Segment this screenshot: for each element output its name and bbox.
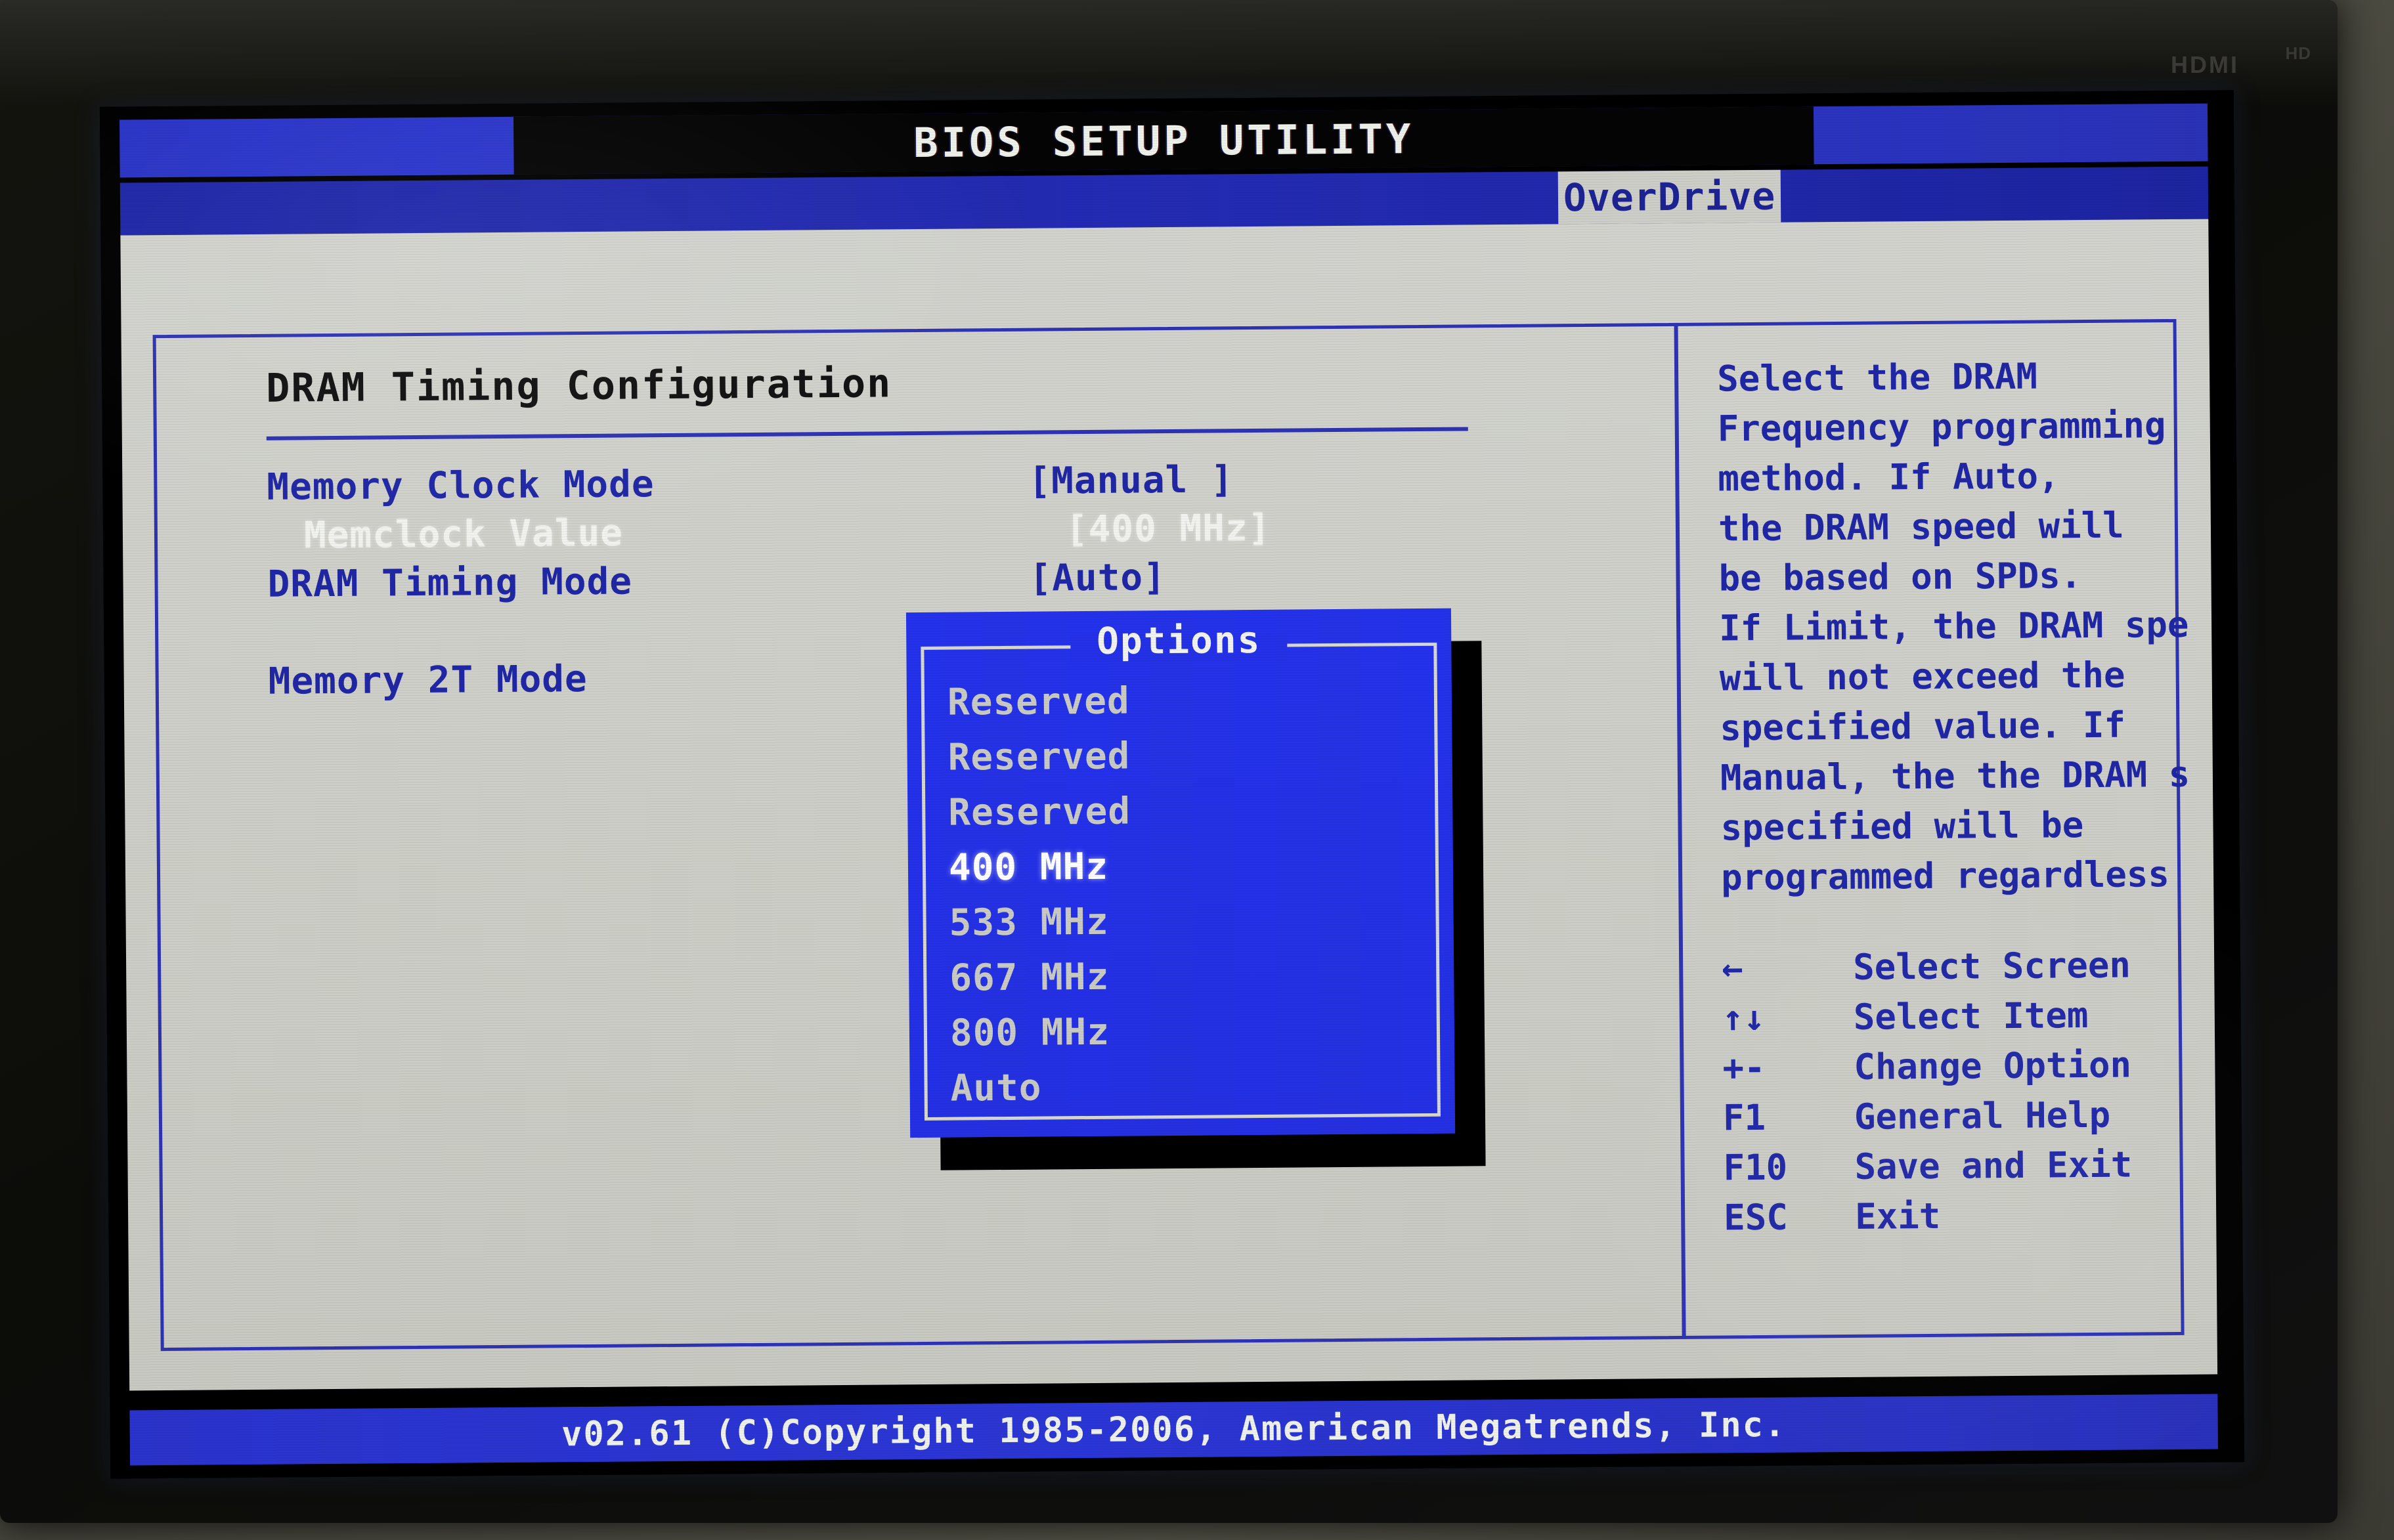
options-dialog[interactable]: Options Reserved Reserved Reserved 400 MHz 5… (905, 608, 1456, 1138)
setting-label: Memclock Value (303, 511, 624, 557)
help-line: the DRAM speed will (1718, 504, 2124, 549)
help-line: Manual, the the DRAM s (1720, 753, 2190, 799)
help-line: programmed regardless (1720, 853, 2170, 899)
key-legend-row: F1 General Help (1723, 1089, 2223, 1143)
key-legend-row: +- Change Option (1722, 1039, 2222, 1093)
option-item[interactable]: Auto (950, 1058, 1429, 1117)
key-legend-desc: General Help (1854, 1094, 2111, 1138)
key-legend-key: F10 (1723, 1146, 1788, 1189)
screen-surface: BIOS SETUP UTILITY OverDrive DRAM Timing… (99, 90, 2245, 1479)
copyright-text: v02.61 (C)Copyright 1985-2006, American … (561, 1405, 1787, 1455)
dialog-title: Options (1097, 618, 1261, 663)
option-item[interactable]: 533 MHz (949, 892, 1427, 951)
key-legend-key: ← (1721, 947, 1743, 989)
monitor-photograph: HDMI HD BIOS SETUP UTILITY OverDrive DRA… (0, 0, 2394, 1540)
monitor-bezel: HDMI HD BIOS SETUP UTILITY OverDrive DRA… (0, 0, 2338, 1523)
help-line: If Limit, the DRAM spe (1718, 603, 2189, 649)
setting-label: Memory Clock Mode (267, 462, 655, 509)
option-item[interactable]: 667 MHz (949, 947, 1428, 1006)
setting-label: DRAM Timing Mode (267, 559, 633, 606)
key-legend-key: +- (1722, 1046, 1766, 1089)
bios-title-plate: BIOS SETUP UTILITY (513, 106, 1814, 175)
key-legend-key: F1 (1722, 1096, 1766, 1139)
setting-value[interactable]: [Manual ] (1028, 458, 1234, 502)
options-list[interactable]: Reserved Reserved Reserved 400 MHz 533 MHz 66… (947, 672, 1429, 1117)
tab-overdrive[interactable]: OverDrive (1557, 169, 1781, 225)
bezel-sheen (0, 0, 2338, 105)
option-item[interactable]: Reserved (947, 727, 1426, 786)
hdmi-logo-icon: HDMI (2171, 51, 2239, 78)
key-legend-row: ← Select Screen (1722, 939, 2221, 993)
help-line: will not exceed the (1719, 654, 2125, 699)
hd-badge-icon: HD (2285, 43, 2311, 63)
key-legend-row: ↑↓ Select Item (1722, 989, 2222, 1043)
page-title: BIOS SETUP UTILITY (913, 114, 1414, 167)
tab-overdrive-label: OverDrive (1563, 173, 1776, 221)
key-legend-desc: Select Item (1853, 995, 2089, 1038)
setting-value[interactable]: [Auto] (1029, 556, 1166, 600)
option-item-selected[interactable]: 400 MHz (949, 837, 1427, 896)
key-legend-desc: Select Screen (1852, 944, 2131, 988)
key-legend-desc: Save and Exit (1854, 1144, 2133, 1187)
help-line: method. If Auto, (1718, 455, 2060, 500)
help-pane: Select the DRAM Frequency programming meth… (1717, 350, 2223, 1243)
key-legend: ← Select Screen ↑↓ Select Item +- Change Opti… (1722, 939, 2223, 1243)
option-item[interactable]: Reserved (948, 782, 1427, 841)
option-item[interactable]: Reserved (947, 672, 1426, 731)
key-legend-key: ↑↓ (1722, 996, 1766, 1039)
help-line: Select the DRAM (1716, 355, 2038, 400)
key-legend-key: ESC (1723, 1196, 1789, 1239)
key-legend-row: F10 Save and Exit (1723, 1139, 2223, 1193)
help-text: Select the DRAM Frequency programming meth… (1717, 350, 2221, 903)
key-legend-row: ESC Exit (1724, 1189, 2223, 1243)
help-line: specified value. If (1720, 704, 2126, 749)
help-line: Frequency programming (1717, 404, 2166, 450)
help-line: be based on SPDs. (1718, 555, 2082, 599)
option-item[interactable]: 800 MHz (950, 1002, 1429, 1061)
monitor-screen: BIOS SETUP UTILITY OverDrive DRAM Timing… (99, 90, 2245, 1479)
key-legend-desc: Change Option (1854, 1044, 2132, 1088)
bios-title-bar: BIOS SETUP UTILITY (119, 103, 2208, 178)
setting-value[interactable]: [400 MHz] (1066, 506, 1271, 550)
bios-footer: v02.61 (C)Copyright 1985-2006, American … (129, 1394, 2219, 1466)
key-legend-desc: Exit (1854, 1195, 1941, 1237)
bios-setup-utility: BIOS SETUP UTILITY OverDrive DRAM Timing… (100, 90, 2244, 1478)
help-line: specified will be (1720, 804, 2084, 849)
